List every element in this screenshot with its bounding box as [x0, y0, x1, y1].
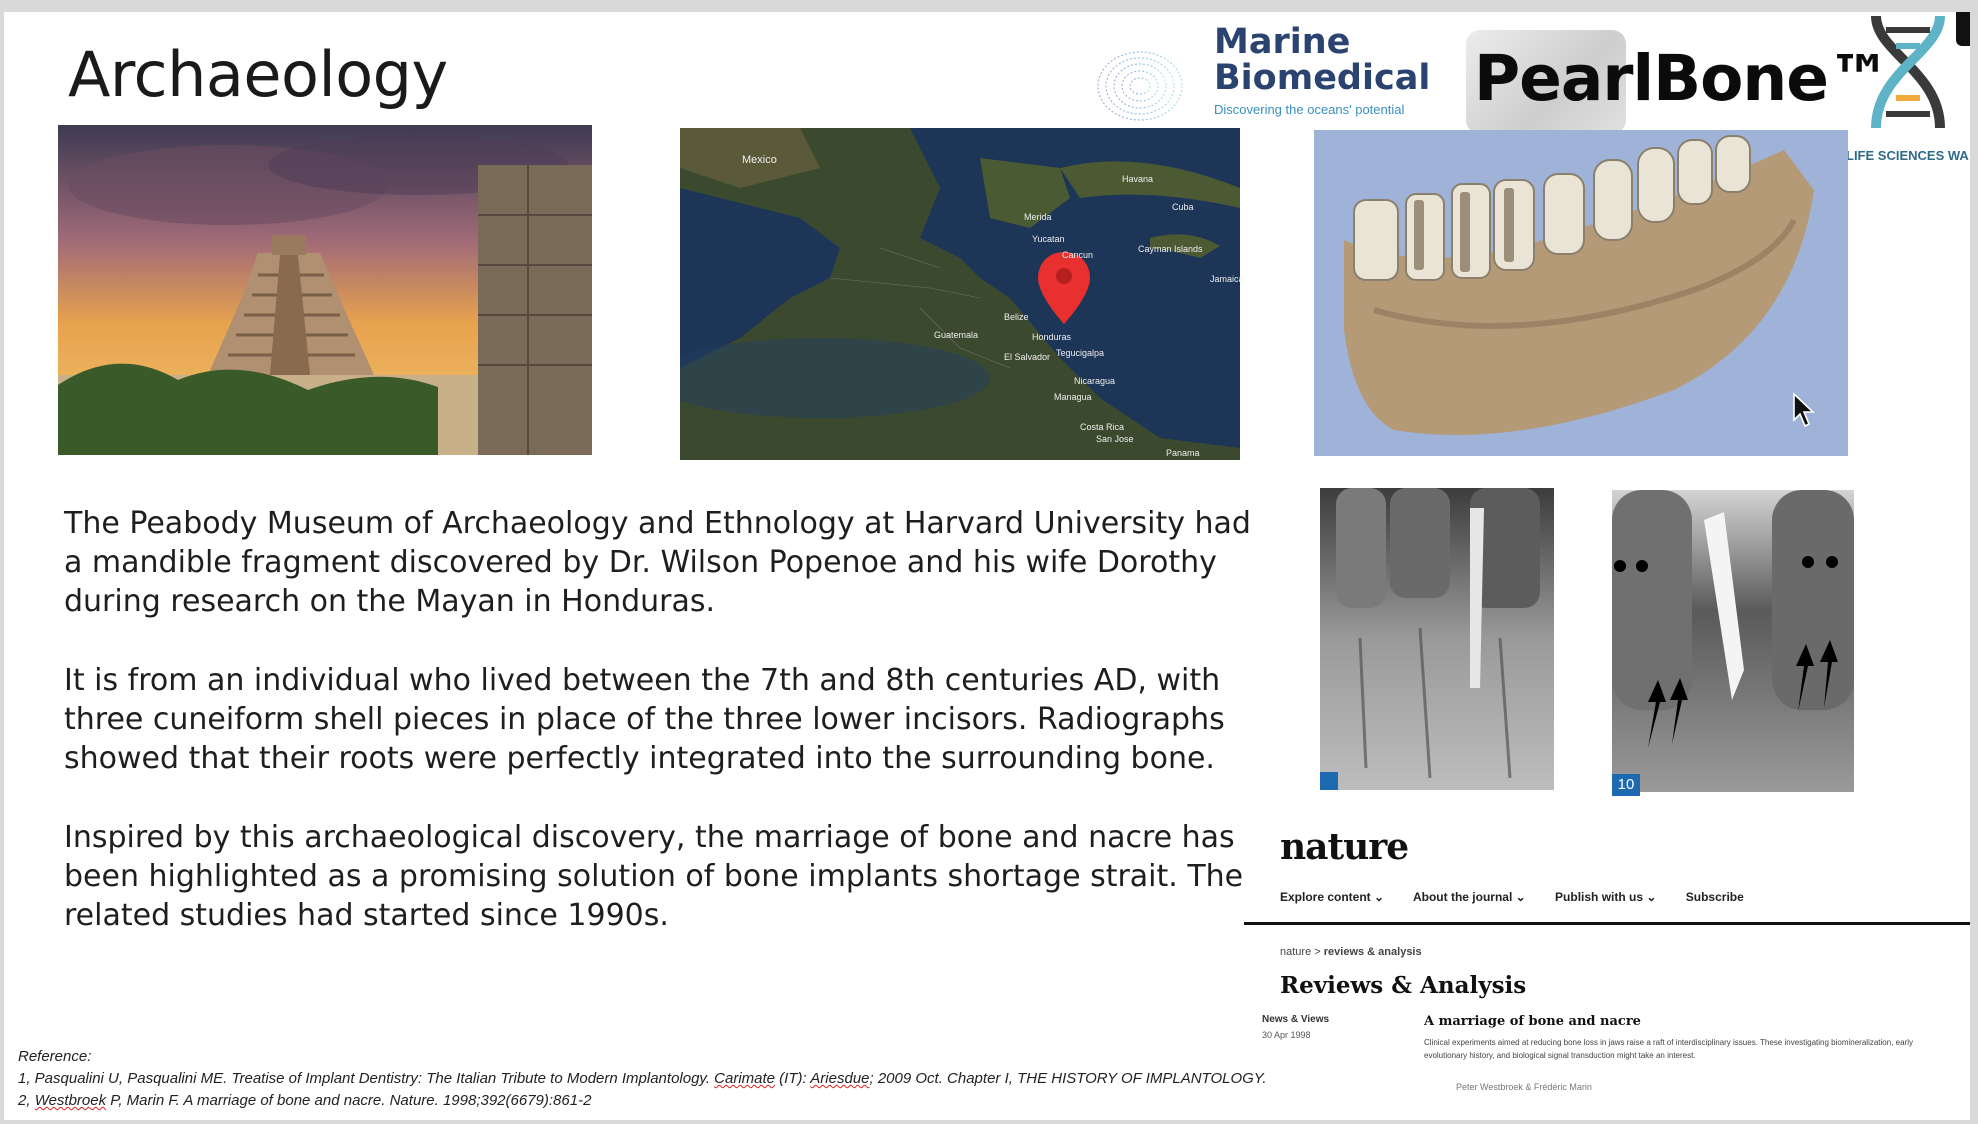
- mouse-pointer-icon: [1793, 392, 1816, 428]
- ref1-spellcheck-word: Carimate: [714, 1070, 776, 1087]
- nav-subscribe[interactable]: Subscribe: [1686, 890, 1744, 904]
- ref2-spellcheck-word: Westbroek: [34, 1092, 107, 1109]
- nature-section-heading: Reviews & Analysis: [1280, 972, 1527, 999]
- marine-biomedical-logo: Marine Biomedical Discovering the oceans…: [1214, 24, 1430, 117]
- map-label: Tegucigalpa: [1056, 348, 1105, 358]
- ref2-text-end: P, Marin F. A marriage of bone and nacre…: [106, 1092, 592, 1109]
- marine-logo-tagline: Discovering the oceans' potential: [1214, 102, 1405, 117]
- nature-logo: nature: [1280, 826, 1409, 868]
- references: Reference: 1, Pasqualini U, Pasqualini M…: [18, 1046, 1267, 1112]
- article-date: 30 Apr 1998: [1262, 1030, 1311, 1040]
- slide: Archaeology Marine Biomedical Discoverin…: [4, 12, 1970, 1120]
- nature-nav: Explore content ⌄ About the journal ⌄ Pu…: [1280, 890, 1770, 904]
- map-label: Merida: [1024, 212, 1052, 222]
- map-label: San Jose: [1096, 434, 1134, 444]
- marine-biomedical-swirl-icon: [1097, 51, 1183, 121]
- marine-logo-line1: Marine: [1214, 22, 1351, 62]
- paragraph-1: The Peabody Museum of Archaeology and Et…: [64, 506, 1251, 619]
- mayan-pyramid-photo: [58, 125, 592, 455]
- nav-publish-with-us[interactable]: Publish with us ⌄: [1555, 890, 1656, 904]
- dna-helix-icon: [1871, 15, 1945, 129]
- radiograph-2: [1612, 490, 1854, 792]
- reference-2: 2, Westbroek P, Marin F. A marriage of b…: [18, 1090, 1267, 1112]
- window-corner: [1956, 12, 1970, 46]
- breadcrumb-nature[interactable]: nature: [1280, 946, 1311, 958]
- ref1-spellcheck-word: Ariesdue: [810, 1070, 870, 1087]
- pearlbone-logo: PearlBone™: [1474, 42, 1891, 115]
- breadcrumb: nature > reviews & analysis: [1280, 946, 1422, 958]
- map-pin-icon: [1038, 252, 1090, 324]
- ref1-text: 1, Pasqualini U, Pasqualini ME. Treatise…: [18, 1070, 715, 1087]
- map-label: Managua: [1054, 392, 1092, 402]
- map-label: Belize: [1004, 312, 1029, 322]
- ref1-text-mid: (IT):: [775, 1070, 811, 1087]
- nature-divider: [1244, 922, 1970, 925]
- map-label: El Salvador: [1004, 352, 1051, 362]
- central-america-map: [680, 128, 1240, 460]
- map-label: Cayman Islands: [1138, 244, 1203, 254]
- body-text: The Peabody Museum of Archaeology and Et…: [64, 504, 1254, 975]
- map-label: Jamaica: [1210, 274, 1244, 284]
- radiograph-1: [1320, 488, 1554, 790]
- map-label: Guatemala: [934, 330, 979, 340]
- life-sciences-wa-logo: LIFE SCIENCES WA: [1846, 148, 1969, 163]
- map-label: Costa Rica: [1080, 422, 1125, 432]
- reference-1: 1, Pasqualini U, Pasqualini ME. Treatise…: [18, 1068, 1267, 1090]
- map-label: Cuba: [1172, 202, 1194, 212]
- nav-about-journal[interactable]: About the journal ⌄: [1413, 890, 1526, 904]
- map-label: Honduras: [1032, 332, 1072, 342]
- map-label: Mexico: [742, 154, 777, 166]
- nav-explore-content[interactable]: Explore content ⌄: [1280, 890, 1384, 904]
- map-label: Cancun: [1062, 250, 1094, 260]
- paragraph-3: Inspired by this archaeological discover…: [64, 820, 1244, 933]
- ref1-text-end: ; 2009 Oct. Chapter I, THE HISTORY OF IM…: [869, 1070, 1267, 1087]
- paragraph-2: It is from an individual who lived betwe…: [64, 663, 1225, 776]
- map-label: Panama: [1166, 448, 1200, 458]
- radiograph-figure-number: 10: [1612, 774, 1640, 796]
- slide-title: Archaeology: [68, 38, 448, 111]
- map-label: Havana: [1122, 174, 1154, 184]
- article-type: News & Views: [1262, 1014, 1330, 1025]
- article-authors: Peter Westbroek & Frédéric Marin: [1456, 1082, 1592, 1092]
- map-label: Nicaragua: [1074, 376, 1116, 386]
- map-label: Yucatan: [1032, 234, 1065, 244]
- reference-label: Reference:: [18, 1048, 92, 1065]
- article-title-link[interactable]: A marriage of bone and nacre: [1424, 1014, 1641, 1029]
- breadcrumb-separator: >: [1314, 946, 1321, 958]
- ref2-text: 2,: [18, 1092, 35, 1109]
- marine-logo-line2: Biomedical: [1214, 58, 1431, 98]
- article-abstract: Clinical experiments aimed at reducing b…: [1424, 1038, 1913, 1060]
- breadcrumb-reviews[interactable]: reviews & analysis: [1324, 946, 1422, 958]
- nature-article-screenshot: nature Explore content ⌄ About the journ…: [1244, 824, 1970, 1092]
- mandible-photo: [1314, 130, 1848, 456]
